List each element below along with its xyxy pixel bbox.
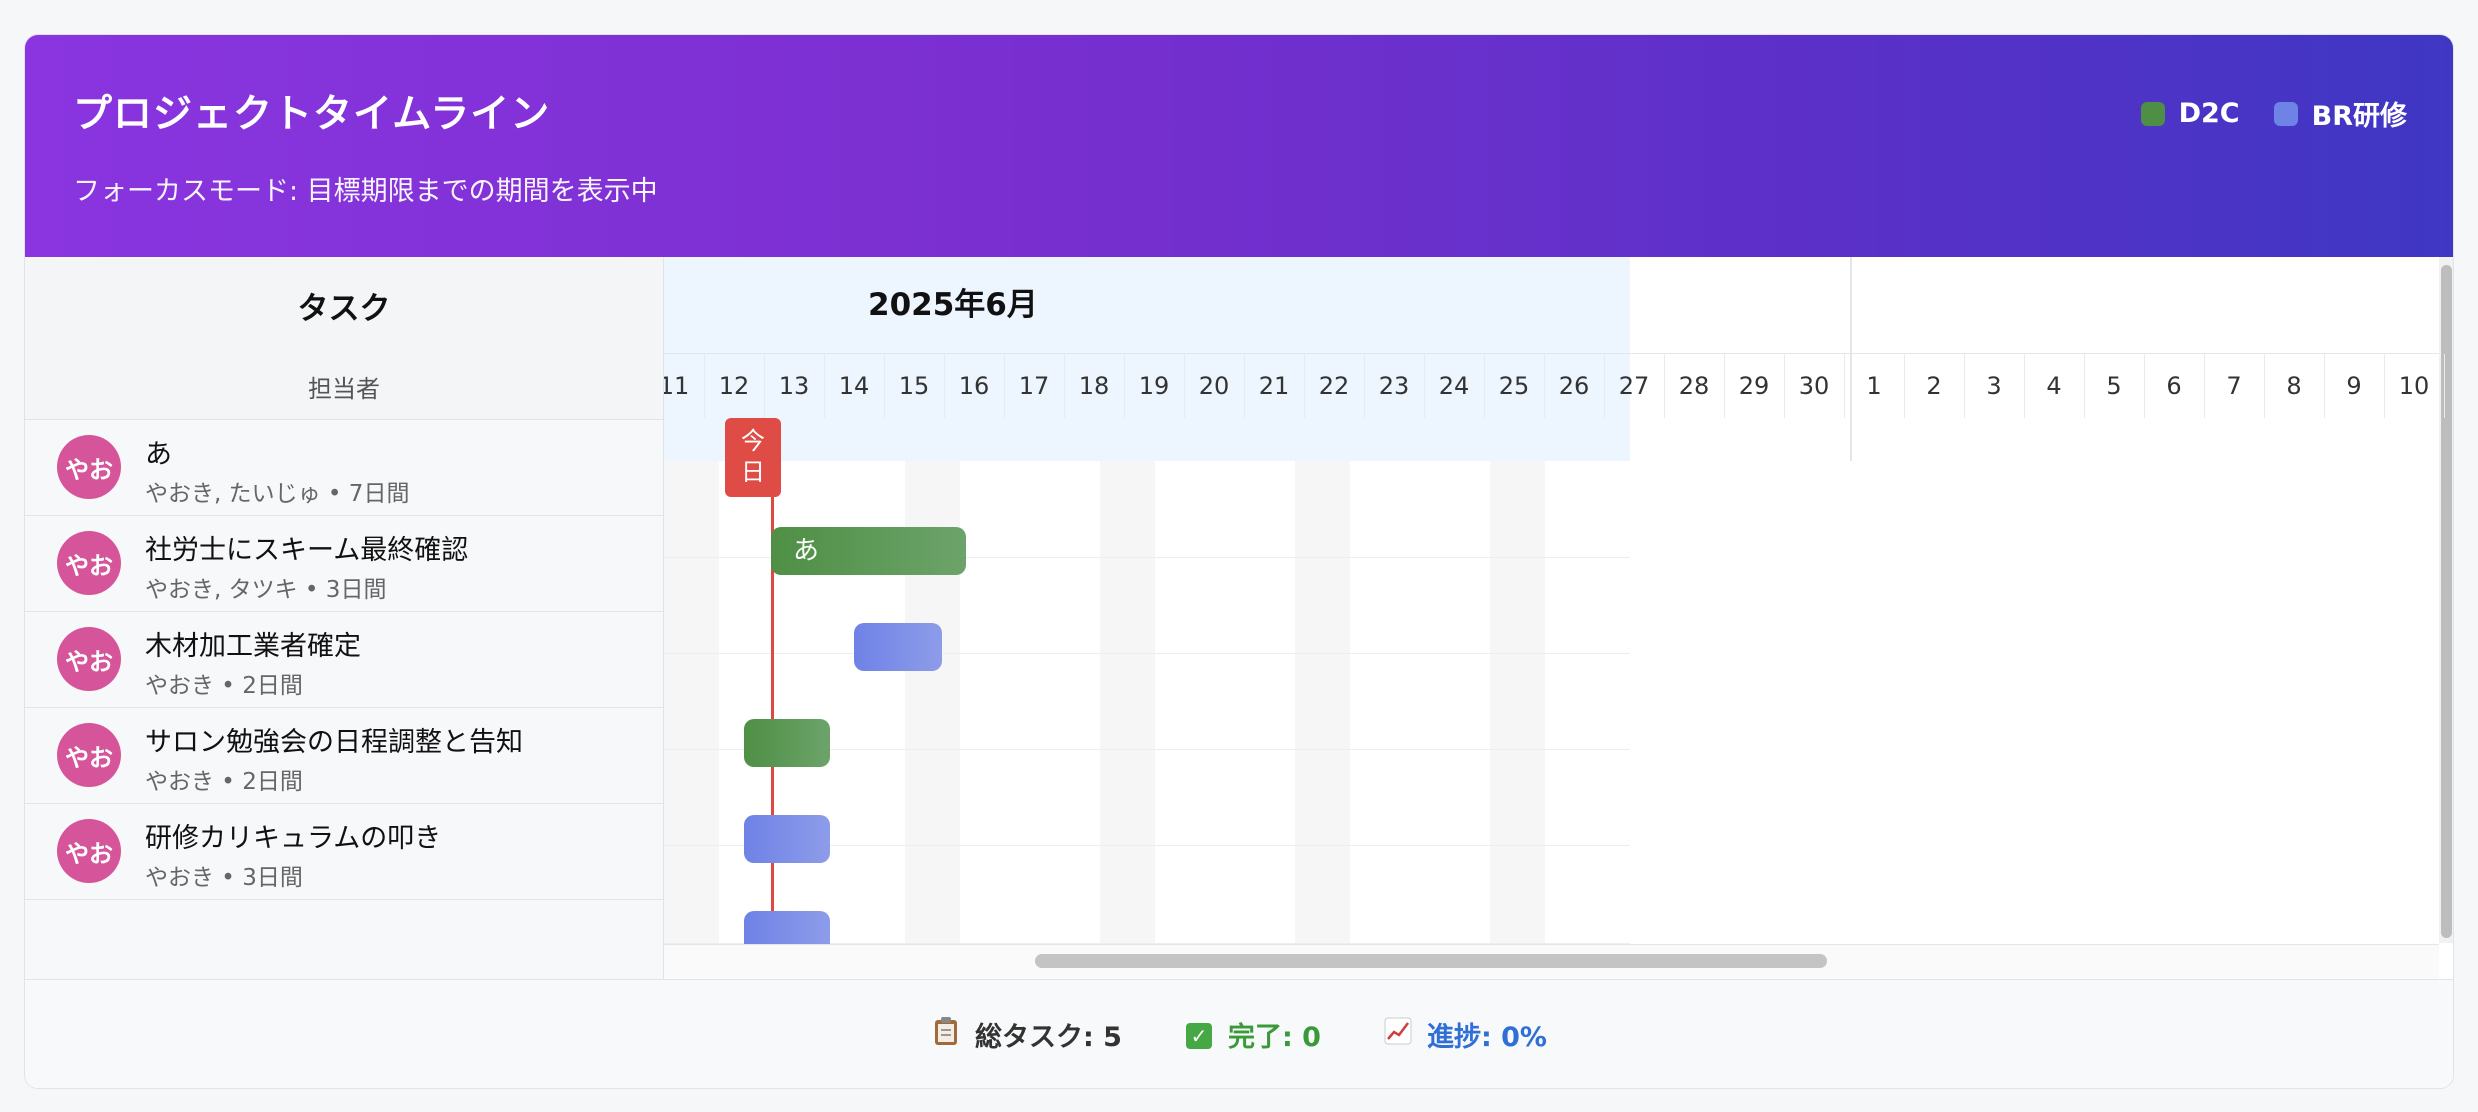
legend-label-d2c: D2C	[2178, 98, 2240, 129]
today-badge-text: 今 日	[741, 427, 765, 486]
weekend-column	[1295, 461, 1350, 943]
assignee-column-header: 担当者	[25, 353, 663, 420]
weekend-column	[1100, 461, 1155, 943]
task-row[interactable]: やお サロン勉強会の日程調整と告知 やおき • 2日間	[25, 707, 663, 804]
avatar: やお	[57, 723, 121, 787]
task-name: 木材加工業者確定	[145, 631, 361, 662]
total-tasks-label: 総タスク: 5	[974, 1022, 1122, 1053]
page-title: プロジェクトタイムライン	[73, 92, 551, 137]
day-header-cell: 10	[2384, 354, 2445, 418]
progress-stat: 進捗: 0%	[1383, 1015, 1547, 1054]
task-row[interactable]: やお 社労士にスキーム最終確認 やおき, タツキ • 3日間	[25, 515, 663, 612]
task-bar-d2c[interactable]	[744, 719, 830, 767]
task-name: 研修カリキュラムの叩き	[145, 823, 442, 854]
day-header-cell: 21	[1244, 354, 1305, 418]
day-header-cell: 6	[2144, 354, 2205, 418]
day-header-cell: 26	[1544, 354, 1605, 418]
completed-stat: ✓ 完了: 0	[1184, 1015, 1321, 1054]
task-name: サロン勉強会の日程調整と告知	[145, 727, 523, 758]
legend: D2C BR研修	[2140, 94, 2407, 133]
day-header-cell: 23	[1364, 354, 1425, 418]
legend-item-br: BR研修	[2273, 94, 2407, 133]
day-header-cell: 19	[1124, 354, 1185, 418]
avatar: やお	[57, 435, 121, 499]
task-bar-br[interactable]	[854, 623, 942, 671]
avatar: やお	[57, 819, 121, 883]
day-header-cell: 15	[884, 354, 945, 418]
day-header-cell: 20	[1184, 354, 1245, 418]
total-tasks-stat: 総タスク: 5	[931, 1015, 1122, 1054]
task-meta: やおき • 2日間	[145, 673, 303, 699]
row-divider	[664, 653, 1630, 654]
avatar: やお	[57, 531, 121, 595]
weekend-column	[664, 461, 719, 943]
day-header-cell: 7	[2204, 354, 2265, 418]
task-meta: やおき, タツキ • 3日間	[145, 577, 387, 603]
day-header-cell: 25	[1484, 354, 1545, 418]
day-header-cell: 29	[1724, 354, 1785, 418]
day-header-cell: 18	[1064, 354, 1125, 418]
legend-swatch-br	[2273, 101, 2298, 126]
day-header-cell: 17	[1004, 354, 1065, 418]
task-column-header: タスク	[25, 257, 663, 354]
day-header-cell: 22	[1304, 354, 1365, 418]
task-name: 社労士にスキーム最終確認	[145, 535, 469, 566]
task-list: タスク 担当者 やお あ やおき, たいじゅ • 7日間 やお 社労士にスキーム…	[25, 257, 664, 979]
legend-swatch-d2c	[2140, 101, 2165, 126]
day-header-cell: 2	[1904, 354, 1965, 418]
day-header-cell: 8	[2264, 354, 2325, 418]
progress-label: 進捗: 0%	[1426, 1022, 1547, 1053]
day-header-cell: 24	[1424, 354, 1485, 418]
day-header-cell: 5	[2084, 354, 2145, 418]
timeline-card: プロジェクトタイムライン フォーカスモード: 目標期限までの期間を表示中 D2C…	[24, 34, 2454, 1089]
clipboard-icon	[931, 1016, 961, 1053]
day-header-cell: 13	[764, 354, 825, 418]
legend-label-br: BR研修	[2311, 101, 2407, 132]
task-meta: やおき • 3日間	[145, 865, 303, 891]
horizontal-scrollbar-thumb[interactable]	[1035, 954, 1827, 968]
chart-increasing-icon	[1383, 1017, 1413, 1052]
gantt-chart: 2025年6月 今 日 あ 11121314151617181920212223…	[664, 257, 2453, 979]
legend-item-d2c: D2C	[2140, 98, 2240, 129]
month-label: 2025年6月	[868, 287, 1038, 323]
day-header-cell: 14	[824, 354, 885, 418]
day-header-cell: 30	[1784, 354, 1845, 418]
today-badge: 今 日	[725, 418, 781, 497]
task-bar-br[interactable]	[744, 815, 830, 863]
day-header-cell: 16	[944, 354, 1005, 418]
task-meta: やおき, たいじゅ • 7日間	[145, 481, 410, 507]
avatar: やお	[57, 627, 121, 691]
task-bar-d2c[interactable]: あ	[771, 527, 966, 575]
day-header-cell: 4	[2024, 354, 2085, 418]
day-header-cell: 3	[1964, 354, 2025, 418]
day-header-cell: 28	[1664, 354, 1725, 418]
task-name: あ	[145, 439, 172, 470]
completed-label: 完了: 0	[1227, 1022, 1321, 1053]
task-row[interactable]: やお あ やおき, たいじゅ • 7日間	[25, 419, 663, 516]
check-mark-icon: ✓	[1184, 1020, 1214, 1050]
day-header-cell: 27	[1604, 354, 1665, 418]
day-header-cell: 11	[664, 354, 705, 418]
weekend-column	[1490, 461, 1545, 943]
day-header-cell: 12	[704, 354, 765, 418]
day-header-cell: 9	[2324, 354, 2385, 418]
focus-mode-subtitle: フォーカスモード: 目標期限までの期間を表示中	[73, 176, 658, 207]
timeline-header: プロジェクトタイムライン フォーカスモード: 目標期限までの期間を表示中 D2C…	[25, 35, 2453, 257]
today-line	[771, 419, 774, 944]
task-meta: やおき • 2日間	[145, 769, 303, 795]
task-row[interactable]: やお 木材加工業者確定 やおき • 2日間	[25, 611, 663, 708]
task-bar-label: あ	[793, 536, 820, 566]
summary-footer: 総タスク: 5 ✓ 完了: 0 進捗: 0%	[25, 979, 2453, 1088]
task-row[interactable]: やお 研修カリキュラムの叩き やおき • 3日間	[25, 803, 663, 900]
day-header-cell: 1	[1844, 354, 1905, 418]
